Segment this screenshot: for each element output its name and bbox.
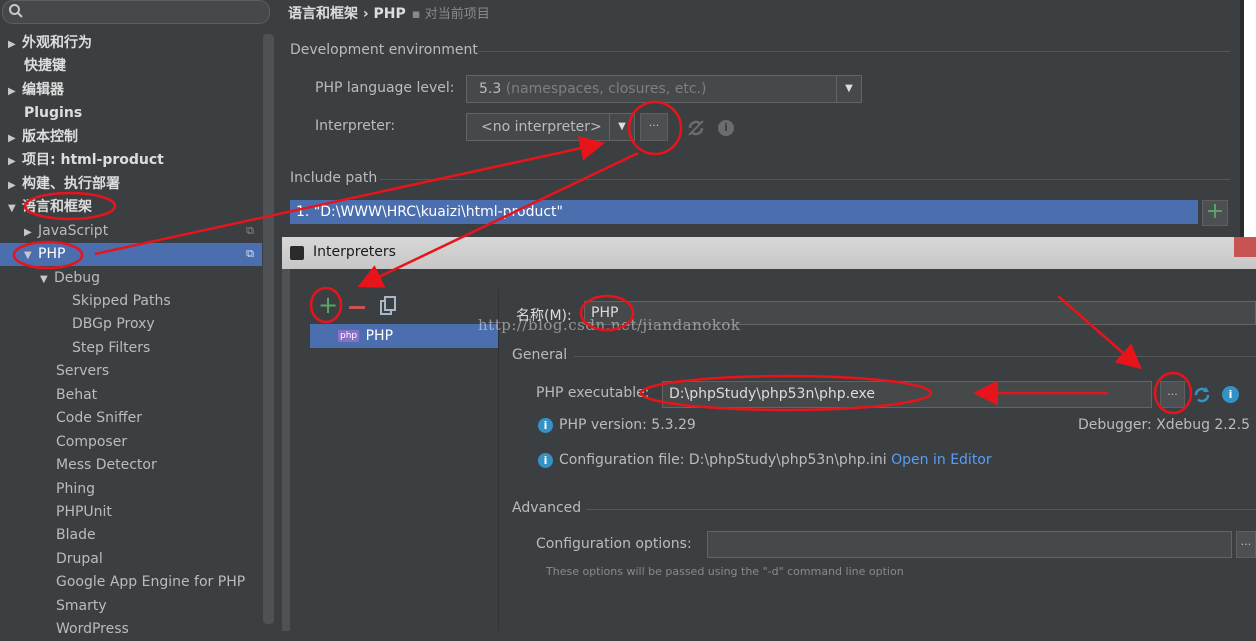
annotation-arrow bbox=[1057, 295, 1142, 370]
annotation-circle bbox=[309, 286, 343, 324]
annotation-arrow bbox=[94, 136, 605, 256]
annotation-overlay bbox=[12, 100, 1193, 415]
annotation-circle bbox=[1153, 371, 1193, 415]
annotation-arrow bbox=[357, 151, 639, 288]
annotation-circle bbox=[627, 100, 683, 156]
annotation-circle bbox=[639, 374, 933, 412]
annotation-circle bbox=[12, 240, 84, 270]
annotation-circle bbox=[579, 294, 635, 332]
annotation-circle bbox=[23, 191, 117, 221]
